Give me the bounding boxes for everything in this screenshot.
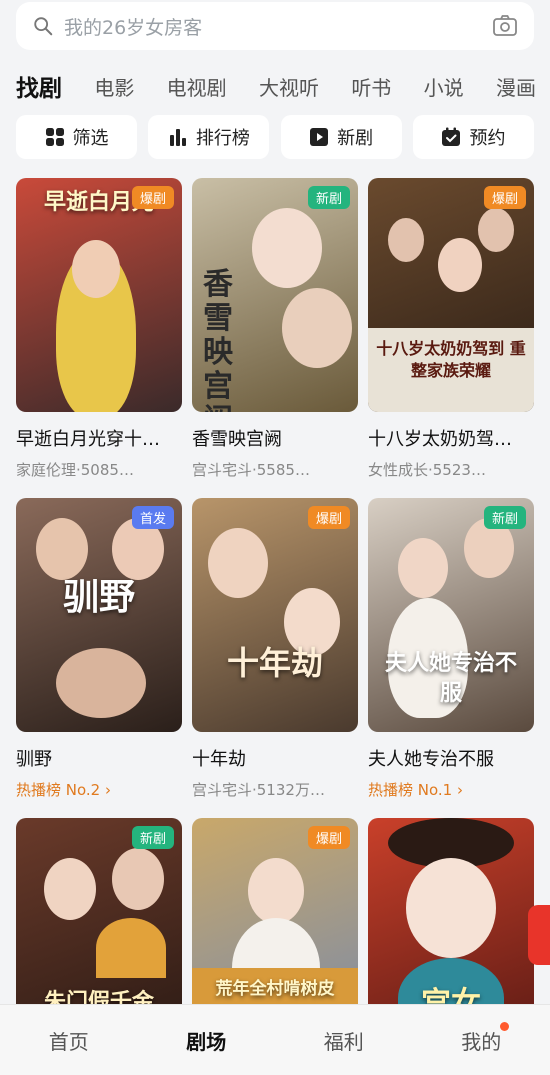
ranking-bars-icon <box>169 129 186 146</box>
drama-card[interactable]: 夫人她专治不服 新剧 夫人她专治不服 热播榜 No.1 › <box>368 498 534 804</box>
drama-card[interactable]: 朱门假千金 新剧 <box>16 818 182 1028</box>
hot-badge: 爆剧 <box>307 826 350 849</box>
nav-theater[interactable]: 剧场 <box>186 1026 226 1055</box>
poster-face <box>438 238 482 292</box>
quick-actions: 筛选 排行榜 新剧 预约 <box>16 115 534 159</box>
poster-face <box>44 858 96 920</box>
poster-face <box>478 208 514 252</box>
drama-card[interactable]: 宫女 <box>368 818 534 1028</box>
tab-find-drama[interactable]: 找剧 <box>16 69 62 103</box>
reserve-label: 预约 <box>469 128 506 149</box>
drama-meta: 家庭伦理·5085… <box>16 461 134 479</box>
drama-title: 十八岁太奶奶驾… <box>368 429 512 450</box>
hot-badge: 爆剧 <box>307 506 350 529</box>
drama-meta: 宫斗宅斗·5585… <box>192 461 310 479</box>
drama-poster[interactable]: 夫人她专治不服 新剧 <box>368 498 534 732</box>
new-badge: 新剧 <box>307 186 350 209</box>
poster-face <box>208 528 268 598</box>
search-bar[interactable]: 我的26岁女房客 <box>16 2 534 50</box>
poster-title: 夫人她专治不服 <box>384 650 517 706</box>
poster-face <box>388 218 424 262</box>
drama-title: 十年劫 <box>192 749 246 770</box>
ranking-link[interactable]: 热播榜 No.2 › <box>16 779 182 800</box>
tab-comic[interactable]: 漫画 <box>496 72 536 101</box>
filter-grid-icon <box>45 128 64 146</box>
ranking-label: 排行榜 <box>195 128 250 149</box>
poster-title: 十年劫 <box>226 644 323 682</box>
category-tabs: 找剧 电影 电视剧 大视听 听书 小说 漫画 <box>16 66 536 106</box>
notification-dot <box>500 1021 510 1031</box>
drama-card[interactable]: 早逝白月光 爆剧 早逝白月光穿十… 家庭伦理·5085… <box>16 178 182 484</box>
new-drama-button[interactable]: 新剧 <box>280 115 402 159</box>
drama-poster[interactable]: 早逝白月光 爆剧 <box>16 178 182 412</box>
poster-face <box>252 208 322 288</box>
drama-title: 早逝白月光穿十… <box>16 429 160 450</box>
reserve-button[interactable]: 预约 <box>412 115 534 159</box>
ranking-button[interactable]: 排行榜 <box>148 115 270 159</box>
drama-poster[interactable]: 宫女 <box>368 818 534 1028</box>
tab-tv-series[interactable]: 电视剧 <box>167 72 227 101</box>
bottom-nav: 首页 剧场 福利 我的 <box>0 1004 550 1075</box>
drama-card[interactable]: 十年劫 爆剧 十年劫 宫斗宅斗·5132万… <box>192 498 358 804</box>
drama-card[interactable]: 荒年全村啃树皮 爆剧 <box>192 818 358 1028</box>
poster-face <box>248 858 304 924</box>
poster-title: 荒年全村啃树皮 <box>215 979 335 999</box>
drama-poster[interactable]: 十八岁太奶奶驾到 重整家族荣耀 爆剧 <box>368 178 534 412</box>
play-icon <box>310 128 329 146</box>
poster-face <box>36 518 88 580</box>
new-drama-label: 新剧 <box>337 128 374 149</box>
drama-poster[interactable]: 驯野 首发 <box>16 498 182 732</box>
first-release-badge: 首发 <box>131 506 174 529</box>
drama-meta: 宫斗宅斗·5132万… <box>192 781 325 799</box>
nav-home[interactable]: 首页 <box>49 1026 89 1055</box>
poster-fan <box>96 918 166 978</box>
drama-poster[interactable]: 十年劫 爆剧 <box>192 498 358 732</box>
calendar-check-icon <box>442 127 461 146</box>
search-icon <box>34 17 53 36</box>
tab-audiobook[interactable]: 听书 <box>351 72 391 101</box>
new-badge: 新剧 <box>483 506 526 529</box>
drama-meta: 女性成长·5523… <box>368 461 486 479</box>
nav-mine[interactable]: 我的 <box>461 1021 510 1055</box>
new-badge: 新剧 <box>131 826 174 849</box>
hot-badge: 爆剧 <box>131 186 174 209</box>
red-packet-icon[interactable] <box>528 905 550 965</box>
camera-icon[interactable] <box>492 13 518 39</box>
search-input[interactable]: 我的26岁女房客 <box>64 13 492 40</box>
drama-title: 夫人她专治不服 <box>368 749 494 770</box>
tab-big-audiovisual[interactable]: 大视听 <box>259 72 319 101</box>
tab-movie[interactable]: 电影 <box>94 72 134 101</box>
poster-face <box>282 288 352 368</box>
drama-grid: 早逝白月光 爆剧 早逝白月光穿十… 家庭伦理·5085… 香雪映宫阙 新剧 香雪… <box>16 178 534 1028</box>
ranking-link[interactable]: 热播榜 No.1 › <box>368 779 534 800</box>
poster-face <box>398 538 448 598</box>
poster-face <box>406 858 496 958</box>
poster-face <box>72 240 120 298</box>
drama-title: 香雪映宫阙 <box>192 429 282 450</box>
poster-title: 驯野 <box>62 576 135 618</box>
drama-poster[interactable]: 荒年全村啃树皮 爆剧 <box>192 818 358 1028</box>
tab-novel[interactable]: 小说 <box>424 72 464 101</box>
drama-card[interactable]: 驯野 首发 驯野 热播榜 No.2 › <box>16 498 182 804</box>
poster-title: 香雪映宫阙 <box>203 267 233 413</box>
nav-welfare[interactable]: 福利 <box>324 1026 364 1055</box>
poster-face <box>112 848 164 910</box>
drama-poster[interactable]: 香雪映宫阙 新剧 <box>192 178 358 412</box>
filter-label: 筛选 <box>72 128 109 149</box>
filter-button[interactable]: 筛选 <box>16 115 137 159</box>
nav-mine-label: 我的 <box>461 1029 502 1054</box>
drama-card[interactable]: 香雪映宫阙 新剧 香雪映宫阙 宫斗宅斗·5585… <box>192 178 358 484</box>
drama-poster[interactable]: 朱门假千金 新剧 <box>16 818 182 1028</box>
drama-title: 驯野 <box>16 749 52 770</box>
poster-face <box>56 648 146 718</box>
drama-card[interactable]: 十八岁太奶奶驾到 重整家族荣耀 爆剧 十八岁太奶奶驾… 女性成长·5523… <box>368 178 534 484</box>
hot-badge: 爆剧 <box>483 186 526 209</box>
poster-title: 十八岁太奶奶驾到 重整家族荣耀 <box>376 339 526 380</box>
